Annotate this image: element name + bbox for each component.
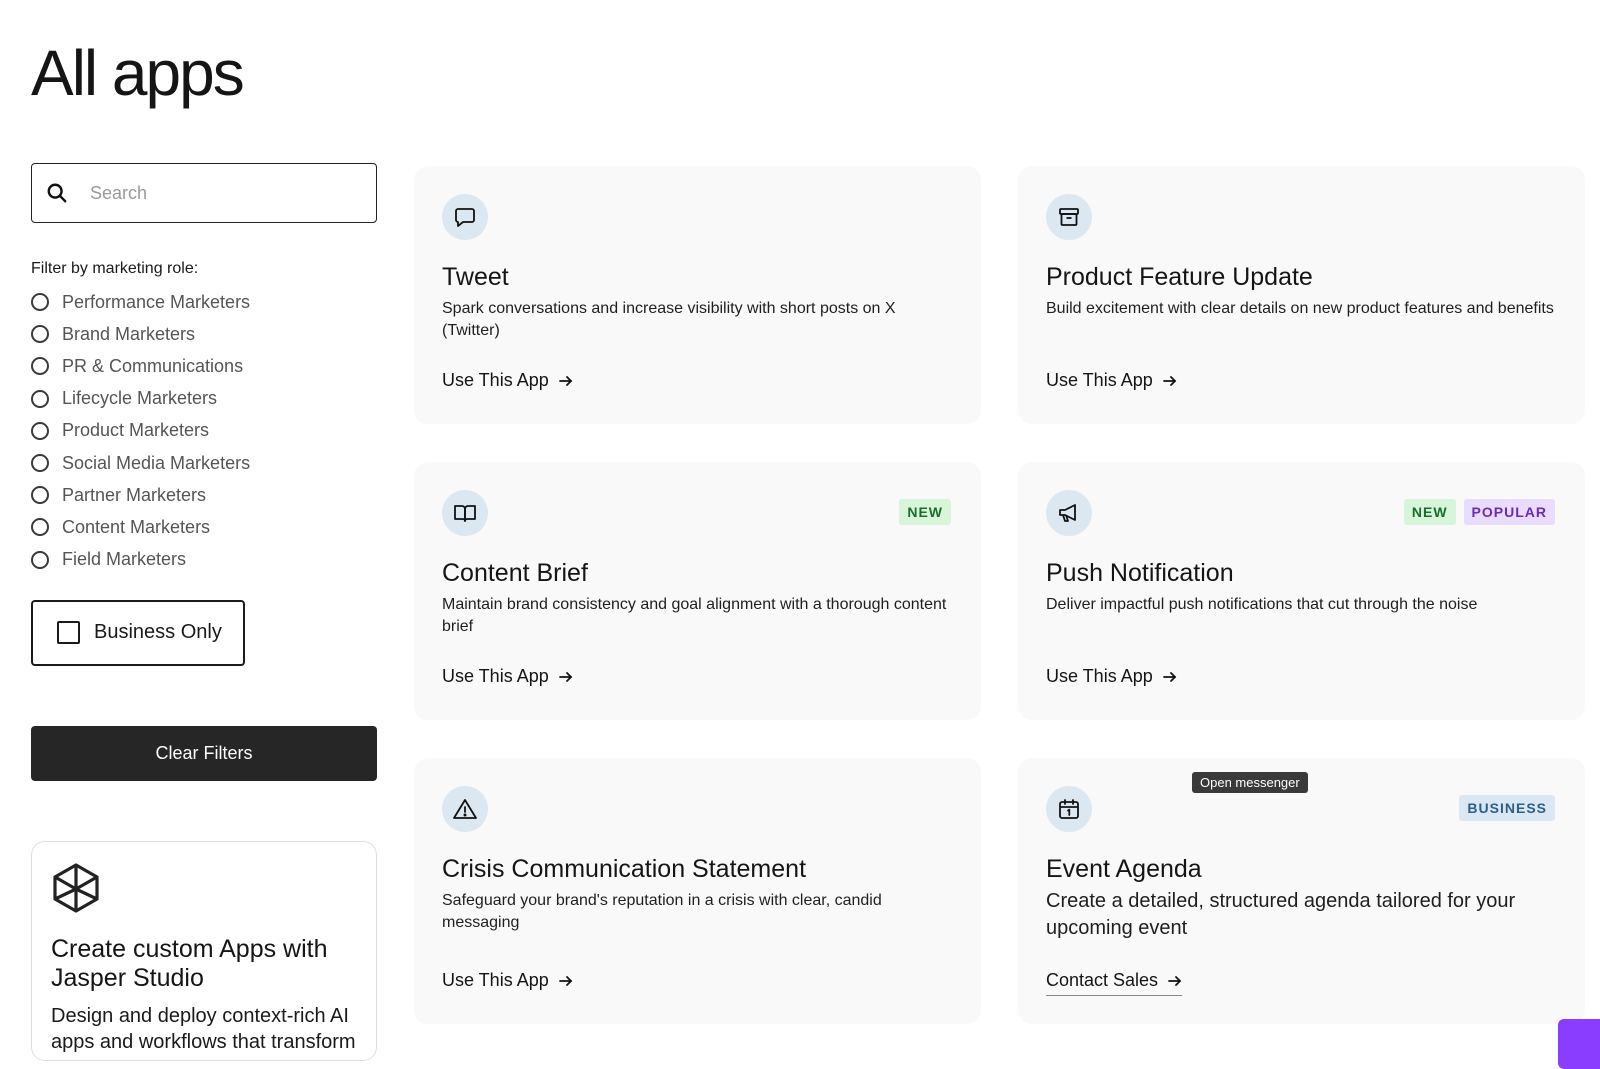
card-description: Create a detailed, structured agenda tai… [1046,890,1516,939]
use-app-link[interactable]: Use This App [1046,370,1177,391]
promo-description: Design and deploy context-rich AI apps a… [51,1004,356,1053]
use-app-link[interactable]: Use This App [442,970,573,991]
use-app-link[interactable]: Use This App [1046,666,1177,687]
chat-bubble-icon [442,194,488,240]
search-box[interactable] [31,163,377,223]
messenger-tooltip: Open messenger [1192,772,1308,793]
radio-button[interactable] [31,421,49,440]
app-card-content-brief[interactable]: NEW Content Brief Maintain brand consist… [414,462,981,720]
role-label: Performance Marketers [62,291,251,312]
filter-label: Filter by marketing role: [31,260,199,277]
calendar-icon [1046,786,1092,832]
role-option-lifecycle[interactable]: Lifecycle Marketers [31,383,377,415]
popular-badge: POPULAR [1463,499,1555,525]
book-open-icon [442,490,488,536]
role-label: Social Media Marketers [62,452,251,473]
arrow-right-icon [1162,671,1177,683]
megaphone-icon [1046,490,1092,536]
role-label: Brand Marketers [62,323,196,344]
card-description: Safeguard your brand's reputation in a c… [442,892,882,931]
role-label: Content Marketers [62,516,211,537]
card-title: Content Brief [442,559,588,587]
role-option-product[interactable]: Product Marketers [31,415,377,447]
app-card-event-agenda[interactable]: BUSINESS Event Agenda Create a detailed,… [1018,758,1585,1024]
role-option-performance[interactable]: Performance Marketers [31,286,377,318]
arrow-right-icon [558,975,573,987]
radio-button[interactable] [31,454,49,473]
radio-button[interactable] [31,293,49,312]
warning-icon [442,786,488,832]
arrow-right-icon [558,375,573,387]
role-option-brand[interactable]: Brand Marketers [31,318,377,350]
role-option-pr[interactable]: PR & Communications [31,350,377,382]
card-title: Event Agenda [1046,855,1202,883]
use-app-link[interactable]: Use This App [442,666,573,687]
card-description: Maintain brand consistency and goal alig… [442,596,947,635]
contact-sales-link[interactable]: Contact Sales [1046,970,1183,996]
business-only-label: Business Only [94,621,222,644]
card-title: Tweet [442,263,509,291]
radio-button[interactable] [31,325,49,344]
card-description: Spark conversations and increase visibil… [442,300,896,339]
role-option-content[interactable]: Content Marketers [31,511,377,543]
role-label: PR & Communications [62,355,244,376]
search-input[interactable] [88,181,352,205]
role-label: Lifecycle Marketers [62,388,218,409]
badge-group: BUSINESS [1459,795,1555,821]
link-label: Use This App [1046,370,1153,390]
arrow-right-icon [1162,375,1177,387]
link-label: Use This App [442,666,549,686]
use-app-link[interactable]: Use This App [442,370,573,391]
role-option-social-media[interactable]: Social Media Marketers [31,447,377,479]
link-label: Use This App [442,370,549,390]
radio-button[interactable] [31,550,49,569]
messenger-launcher-button[interactable] [1558,1019,1600,1069]
jasper-studio-promo[interactable]: Create custom Apps with Jasper Studio De… [31,840,377,1061]
new-badge: NEW [1403,499,1456,525]
role-option-partner[interactable]: Partner Marketers [31,479,377,511]
business-badge: BUSINESS [1459,795,1555,821]
card-description: Build excitement with clear details on n… [1046,300,1554,317]
radio-button[interactable] [31,389,49,408]
business-only-checkbox[interactable] [57,621,80,645]
radio-button[interactable] [31,518,49,537]
app-card-push-notification[interactable]: NEW POPULAR Push Notification Deliver im… [1018,462,1585,720]
archive-box-icon [1046,194,1092,240]
card-title: Push Notification [1046,559,1234,587]
radio-button[interactable] [31,486,49,505]
app-card-tweet[interactable]: Tweet Spark conversations and increase v… [414,166,981,424]
role-label: Product Marketers [62,420,210,441]
business-only-toggle[interactable]: Business Only [31,599,245,666]
role-label: Field Marketers [62,549,187,570]
badge-group: NEW POPULAR [1403,499,1555,525]
link-label: Contact Sales [1046,970,1159,990]
card-title: Product Feature Update [1046,263,1313,291]
search-icon [44,180,70,206]
role-list: Performance Marketers Brand Marketers PR… [31,286,377,576]
filter-sidebar: Filter by marketing role: Performance Ma… [31,163,377,1061]
promo-title: Create custom Apps with Jasper Studio [51,934,328,992]
card-description: Deliver impactful push notifications tha… [1046,596,1478,613]
arrow-right-icon [1168,975,1182,987]
role-option-field[interactable]: Field Marketers [31,544,377,576]
cube-icon [51,863,101,918]
link-label: Use This App [1046,666,1153,686]
badge-group: NEW [899,499,951,525]
new-badge: NEW [899,499,951,525]
radio-button[interactable] [31,357,49,376]
role-label: Partner Marketers [62,484,207,505]
app-card-product-feature-update[interactable]: Product Feature Update Build excitement … [1018,166,1585,424]
card-title: Crisis Communication Statement [442,855,807,883]
link-label: Use This App [442,970,549,990]
clear-filters-button[interactable]: Clear Filters [31,725,377,781]
arrow-right-icon [558,671,573,683]
app-card-crisis-communication[interactable]: Crisis Communication Statement Safeguard… [414,758,981,1024]
page-title: All apps [31,37,245,109]
